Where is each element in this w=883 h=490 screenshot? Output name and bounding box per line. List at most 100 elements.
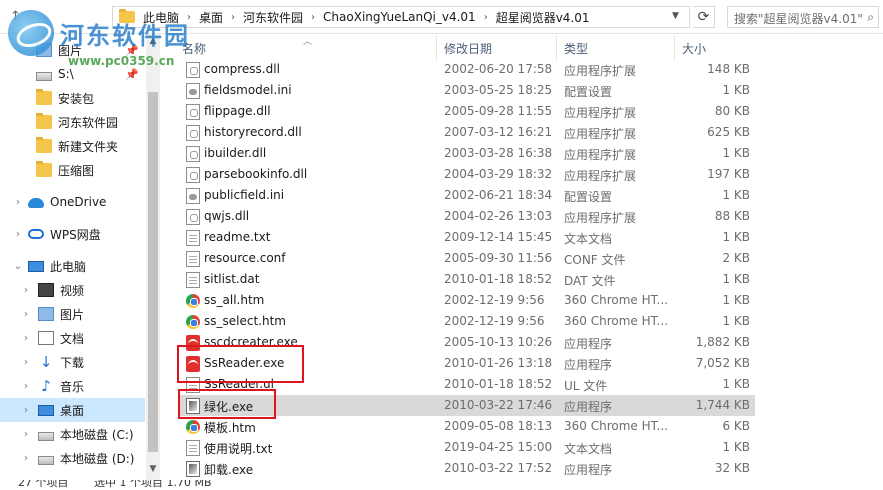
sidebar-item-onedrive[interactable]: › OneDrive — [0, 190, 145, 214]
sidebar-item-label: 本地磁盘 (D:) — [60, 451, 135, 466]
file-row[interactable]: 绿化.exe 2010-03-22 17:46 应用程序 1,744 KB — [178, 395, 755, 416]
file-date: 2002-12-19 9:56 — [444, 293, 545, 307]
sidebar-item-downloads[interactable]: › ↓ 下载 — [0, 350, 145, 374]
file-row[interactable]: 使用说明.txt 2019-04-25 15:00 文本文档 1 KB — [178, 437, 755, 458]
file-row[interactable]: readme.txt 2009-12-14 15:45 文本文档 1 KB — [178, 227, 755, 248]
file-name: sitlist.dat — [204, 272, 260, 286]
column-type[interactable]: 类型 — [564, 40, 588, 57]
column-divider[interactable] — [556, 36, 557, 60]
file-name: qwjs.dll — [204, 209, 250, 223]
chevron-right-icon[interactable]: › — [12, 229, 24, 240]
sidebar-item-music[interactable]: › ♪ 音乐 — [0, 374, 145, 398]
file-size: 1 KB — [722, 293, 750, 307]
refresh-button[interactable]: ⟳ — [693, 6, 715, 28]
chevron-right-icon[interactable]: › — [20, 333, 32, 344]
chevron-right-icon[interactable]: › — [20, 381, 32, 392]
file-date: 2003-05-25 18:25 — [444, 83, 553, 97]
browser-file-icon — [186, 420, 200, 434]
sidebar-item-drive-d[interactable]: › 本地磁盘 (D:) — [0, 446, 145, 470]
file-row[interactable]: fieldsmodel.ini 2003-05-25 18:25 配置设置 1 KB — [178, 80, 755, 101]
chevron-right-icon[interactable]: › — [12, 197, 24, 208]
breadcrumb-item[interactable]: 河东软件园 — [243, 9, 303, 26]
drive-icon — [36, 71, 52, 81]
scroll-down-icon[interactable]: ▼ — [148, 464, 158, 478]
dll-file-icon — [186, 146, 200, 162]
column-size[interactable]: 大小 — [682, 40, 706, 57]
settings-file-icon — [186, 83, 200, 99]
watermark-logo-icon — [8, 10, 54, 56]
chevron-right-icon[interactable]: › — [20, 357, 32, 368]
sidebar-scrollbar-thumb[interactable] — [148, 92, 158, 452]
file-name: historyrecord.dll — [204, 125, 302, 139]
file-row[interactable]: historyrecord.dll 2007-03-12 16:21 应用程序扩展 6… — [178, 122, 755, 143]
sidebar-item-documents[interactable]: › 文档 — [0, 326, 145, 350]
file-row[interactable]: 模板.htm 2009-05-08 18:13 360 Chrome HT... 6 … — [178, 416, 755, 437]
chevron-right-icon[interactable]: › — [20, 429, 32, 440]
downloads-icon: ↓ — [39, 353, 53, 371]
file-date: 2002-06-21 18:34 — [444, 188, 553, 202]
file-row[interactable]: SsReader.ul 2010-01-18 18:52 UL 文件 1 KB — [178, 374, 755, 395]
file-row[interactable]: sscdcreater.exe 2005-10-13 10:26 应用程序 1,882… — [178, 332, 755, 353]
chevron-right-icon[interactable]: › — [20, 309, 32, 320]
file-size: 1 KB — [722, 83, 750, 97]
column-name[interactable]: 名称 — [182, 40, 206, 57]
column-divider[interactable] — [674, 36, 675, 60]
sidebar-item-wps[interactable]: › WPS网盘 — [0, 222, 145, 246]
file-list: ︿ 名称 修改日期 类型 大小 compress.dll 2002-06-20 1… — [160, 34, 883, 480]
column-divider[interactable] — [436, 36, 437, 60]
chevron-right-icon[interactable]: › — [20, 285, 32, 296]
drive-icon — [38, 431, 54, 441]
file-size: 1 KB — [722, 272, 750, 286]
file-row[interactable]: resource.conf 2005-09-30 11:56 CONF 文件 2 KB — [178, 248, 755, 269]
sidebar-item-videos[interactable]: › 视频 — [0, 278, 145, 302]
file-row[interactable]: 卸载.exe 2010-03-22 17:52 应用程序 32 KB — [178, 458, 755, 479]
column-date[interactable]: 修改日期 — [444, 40, 492, 57]
chevron-down-icon[interactable]: ▼ — [672, 11, 679, 21]
file-row[interactable]: ss_all.htm 2002-12-19 9:56 360 Chrome HT..… — [178, 290, 755, 311]
file-row[interactable]: publicfield.ini 2002-06-21 18:34 配置设置 1 KB — [178, 185, 755, 206]
sidebar-item-label: 视频 — [60, 283, 85, 298]
sidebar-item-drive-c[interactable]: › 本地磁盘 (C:) — [0, 422, 145, 446]
breadcrumb-item[interactable]: 超星阅览器v4.01 — [496, 9, 590, 26]
chevron-right-icon[interactable]: › — [311, 12, 315, 23]
file-row[interactable]: sitlist.dat 2010-01-18 18:52 DAT 文件 1 KB — [178, 269, 755, 290]
file-date: 2005-09-30 11:56 — [444, 251, 553, 265]
file-type: 配置设置 — [564, 85, 613, 99]
file-row[interactable]: qwjs.dll 2004-02-26 13:03 应用程序扩展 88 KB — [178, 206, 755, 227]
search-input[interactable]: 搜索"超星阅览器v4.01" ⌕ — [727, 6, 879, 28]
sidebar-item-new-folder[interactable]: 新建文件夹 — [0, 134, 145, 158]
file-type: CONF 文件 — [564, 253, 626, 267]
sidebar-item-anzhuangbao[interactable]: 安装包 — [0, 86, 145, 110]
browser-file-icon — [186, 315, 200, 329]
sidebar-item-hedong[interactable]: 河东软件园 — [0, 110, 145, 134]
sidebar-item-pictures[interactable]: › 图片 — [0, 302, 145, 326]
file-date: 2003-03-28 16:38 — [444, 146, 553, 160]
file-date: 2009-12-14 15:45 — [444, 230, 553, 244]
sidebar-item-this-pc[interactable]: ⌄ 此电脑 — [0, 254, 145, 278]
file-row[interactable]: parsebookinfo.dll 2004-03-29 18:32 应用程序扩展 1… — [178, 164, 755, 185]
drive-icon — [38, 455, 54, 465]
file-size: 80 KB — [714, 104, 750, 118]
file-name: fieldsmodel.ini — [204, 83, 292, 97]
chevron-right-icon[interactable]: › — [20, 405, 32, 416]
file-date: 2005-10-13 10:26 — [444, 335, 553, 349]
file-date: 2010-01-18 18:52 — [444, 377, 553, 391]
file-date: 2002-12-19 9:56 — [444, 314, 545, 328]
file-name: ss_select.htm — [204, 314, 286, 328]
sidebar-item-yasuotu[interactable]: 压缩图 — [0, 158, 145, 182]
chevron-right-icon[interactable]: › — [484, 12, 488, 23]
file-name: publicfield.ini — [204, 188, 285, 202]
breadcrumb-item[interactable]: ChaoXingYueLanQi_v4.01 — [323, 10, 476, 24]
file-row[interactable]: flippage.dll 2005-09-28 11:55 应用程序扩展 80 KB — [178, 101, 755, 122]
chevron-right-icon[interactable]: › — [20, 453, 32, 464]
chevron-right-icon[interactable]: › — [231, 12, 235, 23]
file-row[interactable]: SsReader.exe 2010-01-26 13:18 应用程序 7,052 KB — [178, 353, 755, 374]
file-row[interactable]: compress.dll 2002-06-20 17:58 应用程序扩展 148 KB — [178, 59, 755, 80]
file-row[interactable]: ibuilder.dll 2003-03-28 16:38 应用程序扩展 1 KB — [178, 143, 755, 164]
file-size: 32 KB — [714, 461, 750, 475]
chevron-down-icon[interactable]: ⌄ — [12, 261, 24, 272]
file-row[interactable]: ss_select.htm 2002-12-19 9:56 360 Chrome H… — [178, 311, 755, 332]
sidebar-item-desktop[interactable]: › 桌面 — [0, 398, 145, 422]
file-size: 2 KB — [722, 251, 750, 265]
file-type: UL 文件 — [564, 379, 608, 393]
